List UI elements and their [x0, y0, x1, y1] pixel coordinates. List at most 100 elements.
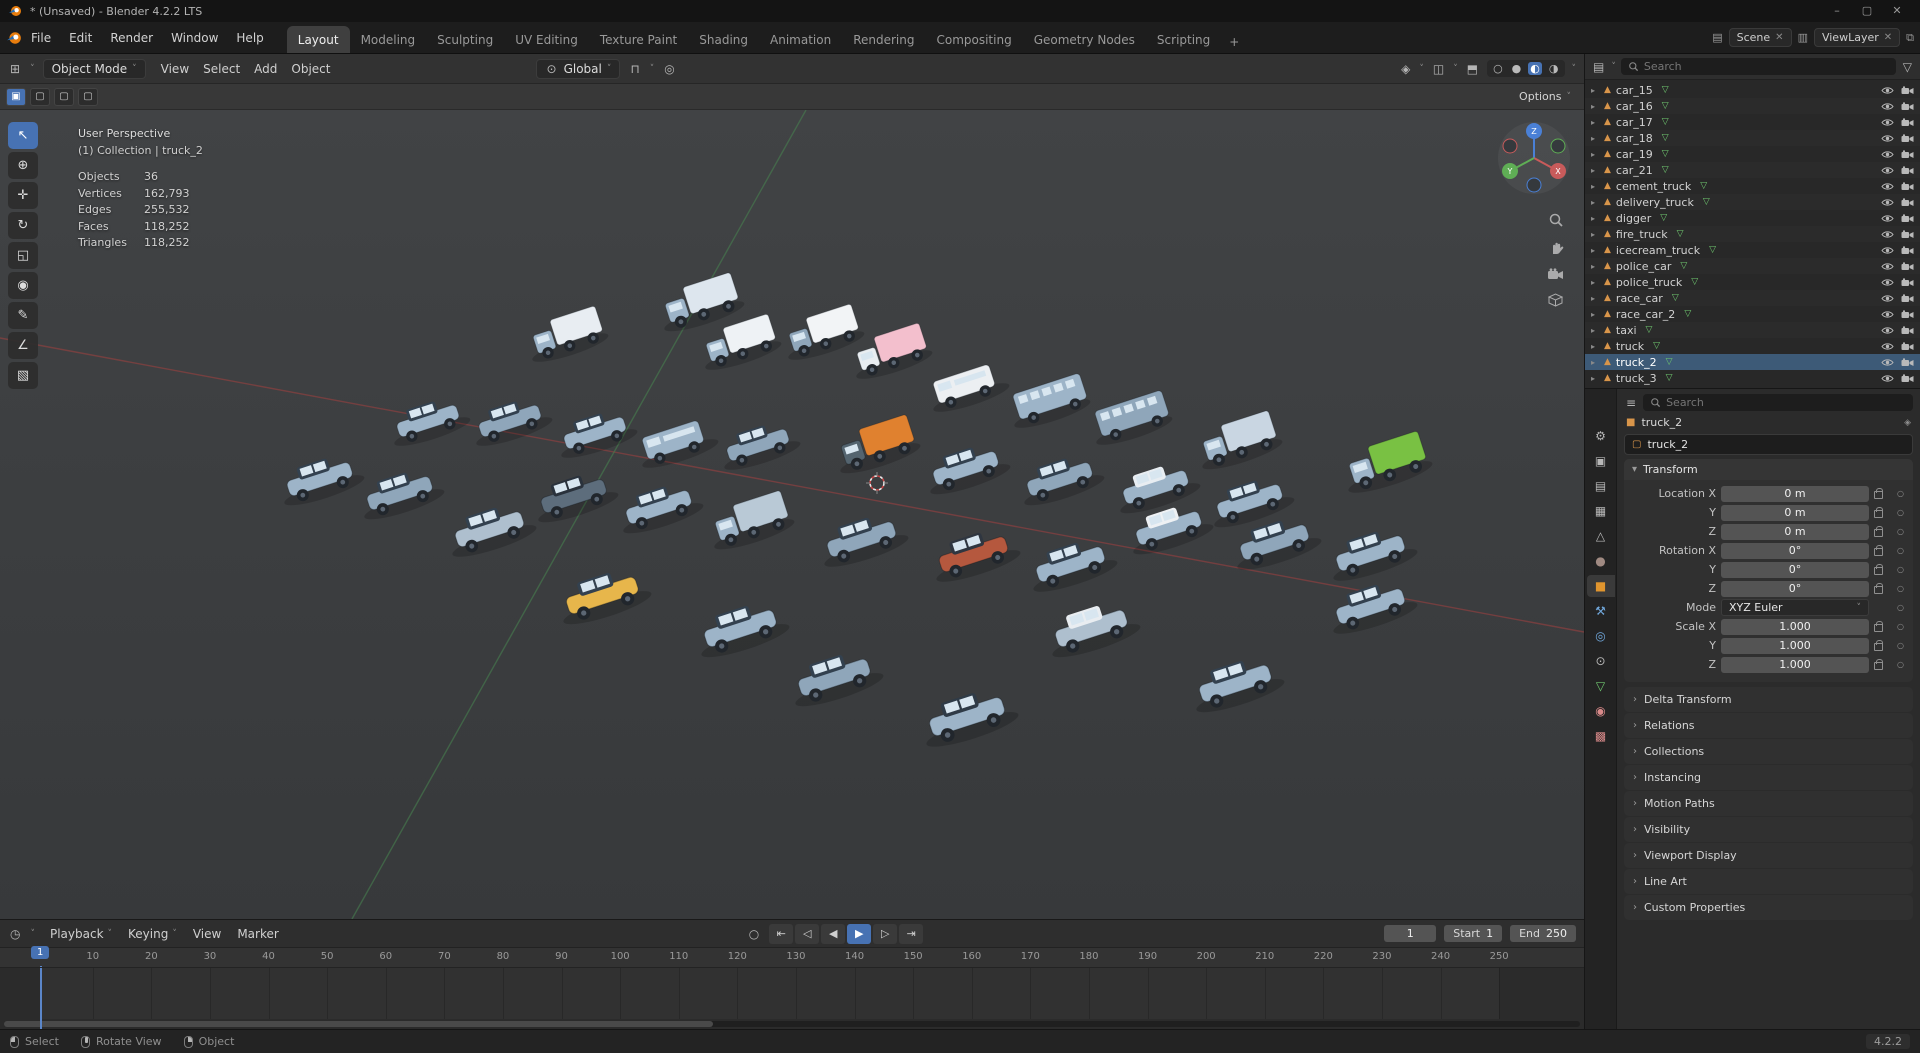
- vehicle-car-38[interactable]: [1324, 574, 1420, 639]
- workspace-tab-compositing[interactable]: Compositing: [925, 26, 1022, 53]
- tool-cursor[interactable]: ⊕: [8, 152, 38, 179]
- properties-tab-scene[interactable]: △: [1587, 525, 1615, 547]
- expand-arrow-icon[interactable]: ▸: [1591, 342, 1599, 351]
- properties-tab-material[interactable]: ◉: [1587, 700, 1615, 722]
- outliner-item-car-16[interactable]: ▸ ▲ car_16 ▽: [1585, 98, 1920, 114]
- play-reverse-button[interactable]: ◀: [821, 923, 846, 944]
- scale-field-x[interactable]: 1.000: [1721, 618, 1869, 635]
- new-viewlayer-icon[interactable]: ⧉: [1906, 31, 1914, 45]
- location-decorator-x[interactable]: ○: [1894, 489, 1907, 498]
- app-menu-icon[interactable]: [6, 30, 22, 46]
- camera-icon[interactable]: [1901, 261, 1914, 271]
- camera-icon[interactable]: [1901, 325, 1914, 335]
- scale-decorator-y[interactable]: ○: [1894, 641, 1907, 650]
- pin-id-icon[interactable]: ◈: [1904, 418, 1911, 428]
- viewport-menu-object[interactable]: Object: [284, 59, 337, 79]
- camera-icon[interactable]: [1901, 309, 1914, 319]
- location-lock-icon-z[interactable]: [1874, 526, 1883, 537]
- tool-annotate[interactable]: ✎: [8, 302, 38, 329]
- options-button[interactable]: Options ˅: [1512, 88, 1578, 105]
- expand-arrow-icon[interactable]: ▸: [1591, 86, 1599, 95]
- rotation-lock-icon-x[interactable]: [1874, 545, 1883, 556]
- camera-icon[interactable]: [1901, 117, 1914, 127]
- expand-arrow-icon[interactable]: ▸: [1591, 326, 1599, 335]
- outliner-item-car-19[interactable]: ▸ ▲ car_19 ▽: [1585, 146, 1920, 162]
- vehicle-car-21[interactable]: [355, 463, 447, 525]
- workspace-tab-layout[interactable]: Layout: [286, 26, 350, 53]
- section-motion-paths[interactable]: › Motion Paths: [1624, 791, 1913, 816]
- tool-scale[interactable]: ◱: [8, 242, 38, 269]
- rotation-lock-icon-y[interactable]: [1874, 564, 1883, 575]
- camera-icon[interactable]: [1901, 181, 1914, 191]
- outliner-item-truck-3[interactable]: ▸ ▲ truck_3 ▽: [1585, 370, 1920, 386]
- filter-icon[interactable]: ▽: [1901, 60, 1914, 74]
- transform-panel-header[interactable]: ▾ Transform: [1624, 459, 1913, 480]
- show-gizmo-icon[interactable]: ◈: [1399, 62, 1412, 76]
- camera-view-icon[interactable]: [1547, 268, 1564, 281]
- camera-icon[interactable]: [1901, 341, 1914, 351]
- outliner-item-police-truck[interactable]: ▸ ▲ police_truck ▽: [1585, 274, 1920, 290]
- viewport-menu-add[interactable]: Add: [247, 59, 284, 79]
- snap-magnet-icon[interactable]: ⊓: [628, 62, 641, 76]
- select-mode-extend-icon[interactable]: ▢: [30, 87, 50, 106]
- rotation-decorator-z[interactable]: ○: [1894, 584, 1907, 593]
- expand-arrow-icon[interactable]: ▸: [1591, 182, 1599, 191]
- overlays-caret[interactable]: ˅: [1453, 64, 1458, 74]
- vehicle-car-20[interactable]: [275, 449, 367, 511]
- object-name-field[interactable]: ▢ truck_2: [1624, 434, 1913, 455]
- timeline-menu-marker[interactable]: Marker: [230, 924, 285, 944]
- properties-tab-object-data[interactable]: ▽: [1587, 675, 1615, 697]
- vehicle-truck-9[interactable]: [1337, 429, 1435, 498]
- shading-wireframe-icon[interactable]: ○: [1491, 62, 1505, 75]
- eye-icon[interactable]: [1881, 262, 1894, 271]
- vehicle-car-35[interactable]: [916, 682, 1021, 753]
- timeline-menu-view[interactable]: View: [186, 924, 228, 944]
- eye-icon[interactable]: [1881, 342, 1894, 351]
- camera-icon[interactable]: [1901, 101, 1914, 111]
- timeline-scrollbar[interactable]: [4, 1021, 1580, 1027]
- timeline-track[interactable]: [0, 968, 1584, 1029]
- section-line-art[interactable]: › Line Art: [1624, 869, 1913, 894]
- outliner-item-race-car[interactable]: ▸ ▲ race_car ▽: [1585, 290, 1920, 306]
- eye-icon[interactable]: [1881, 358, 1894, 367]
- gizmo-caret[interactable]: ˅: [1419, 64, 1424, 74]
- rotation-lock-icon-z[interactable]: [1874, 583, 1883, 594]
- eye-icon[interactable]: [1881, 326, 1894, 335]
- scene-selector[interactable]: Scene ✕: [1728, 28, 1792, 47]
- properties-editor-icon[interactable]: ≡: [1624, 396, 1638, 410]
- expand-arrow-icon[interactable]: ▸: [1591, 310, 1599, 319]
- workspace-tab-scripting[interactable]: Scripting: [1146, 26, 1221, 53]
- mode-dropdown[interactable]: Object Mode ˅: [42, 58, 146, 79]
- camera-icon[interactable]: [1901, 373, 1914, 383]
- minimize-button[interactable]: –: [1822, 0, 1852, 22]
- vehicle-car-28[interactable]: [1024, 532, 1120, 597]
- outliner-item-icecream-truck[interactable]: ▸ ▲ icecream_truck ▽: [1585, 242, 1920, 258]
- vehicle-car-11[interactable]: [468, 392, 555, 451]
- properties-tab-world[interactable]: ●: [1587, 550, 1615, 572]
- section-custom-properties[interactable]: › Custom Properties: [1624, 895, 1913, 920]
- expand-arrow-icon[interactable]: ▸: [1591, 374, 1599, 383]
- viewport-menu-view[interactable]: View: [154, 59, 196, 79]
- vehicle-van-13[interactable]: [634, 416, 720, 473]
- vehicle-bus-7[interactable]: [1087, 389, 1175, 450]
- close-button[interactable]: ✕: [1882, 0, 1912, 22]
- menu-help[interactable]: Help: [227, 27, 272, 49]
- section-delta-transform[interactable]: › Delta Transform: [1624, 687, 1913, 712]
- properties-tab-view-layer[interactable]: ▦: [1587, 500, 1615, 522]
- vehicle-car-36[interactable]: [1042, 595, 1143, 663]
- eye-icon[interactable]: [1881, 198, 1894, 207]
- playhead-line[interactable]: [40, 968, 42, 1029]
- eye-icon[interactable]: [1881, 86, 1894, 95]
- workspace-tab-geometry-nodes[interactable]: Geometry Nodes: [1023, 26, 1146, 53]
- viewlayer-selector[interactable]: ViewLayer ✕: [1813, 28, 1901, 47]
- vehicle-car-24[interactable]: [614, 477, 706, 539]
- rotation-decorator-x[interactable]: ○: [1894, 546, 1907, 555]
- workspace-tab-rendering[interactable]: Rendering: [842, 26, 925, 53]
- outliner-item-car-15[interactable]: ▸ ▲ car_15 ▽: [1585, 82, 1920, 98]
- timeline-editor-icon[interactable]: ◷: [8, 927, 22, 941]
- eye-icon[interactable]: [1881, 214, 1894, 223]
- shading-rendered-icon[interactable]: ◑: [1547, 62, 1561, 75]
- frame-start-field[interactable]: Start 1: [1444, 925, 1503, 942]
- section-collections[interactable]: › Collections: [1624, 739, 1913, 764]
- menu-window[interactable]: Window: [162, 27, 227, 49]
